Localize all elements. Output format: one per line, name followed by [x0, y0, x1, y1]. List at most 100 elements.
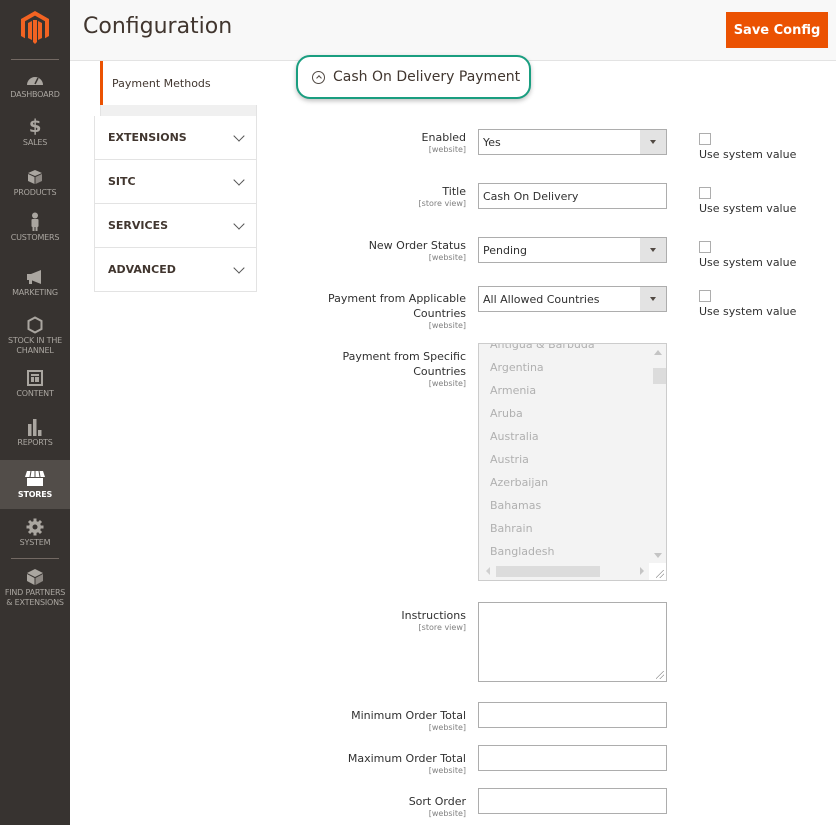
nav-products[interactable]: PRODUCTS: [0, 168, 70, 198]
layout-icon: [27, 369, 43, 387]
use-system-value[interactable]: Use system value: [699, 187, 796, 215]
tab-gap: [100, 105, 257, 116]
nav-divider: [11, 558, 59, 559]
magento-logo[interactable]: [0, 0, 70, 55]
specific-countries-multiselect[interactable]: Antigua & Barbuda Argentina Armenia Arub…: [478, 343, 667, 581]
hexagon-icon: [27, 316, 43, 334]
scroll-thumb[interactable]: [653, 368, 666, 384]
sort-order-input[interactable]: [478, 788, 667, 814]
tab-group-extensions[interactable]: EXTENSIONS: [94, 116, 257, 160]
chevron-down-icon: [233, 217, 245, 230]
field-label: Maximum Order Total [website]: [347, 752, 466, 775]
checkbox-label: Use system value: [699, 256, 797, 269]
resize-grip-icon[interactable]: [656, 671, 664, 679]
nav-find-partners[interactable]: FIND PARTNERS & EXTENSIONS: [0, 568, 70, 610]
use-system-value[interactable]: Use system value: [699, 241, 796, 269]
instructions-textarea[interactable]: [478, 602, 667, 682]
country-option[interactable]: Armenia: [490, 384, 536, 397]
nav-system[interactable]: SYSTEM: [0, 518, 70, 550]
use-system-value-checkbox[interactable]: [699, 187, 711, 199]
min-order-total-input[interactable]: [478, 702, 667, 728]
country-option[interactable]: Bahamas: [490, 499, 541, 512]
field-label: Sort Order [website]: [408, 795, 466, 818]
config-tabs: Payment Methods EXTENSIONS SITC SERVICES…: [94, 61, 257, 292]
country-option[interactable]: Argentina: [490, 361, 544, 374]
scroll-left-icon[interactable]: [486, 567, 490, 575]
page-title: Configuration: [83, 14, 233, 39]
section-heading-cash-on-delivery[interactable]: Cash On Delivery Payment: [296, 55, 531, 99]
dashboard-icon: [26, 70, 44, 88]
country-option[interactable]: Aruba: [490, 407, 523, 420]
scroll-up-icon[interactable]: [654, 350, 662, 355]
person-icon: [30, 212, 40, 231]
field-label: Minimum Order Total [website]: [351, 709, 466, 732]
applicable-countries-select[interactable]: All Allowed Countries: [478, 286, 667, 312]
nav-stock-in-the-channel[interactable]: STOCK IN THE CHANNEL: [0, 316, 70, 358]
field-label: New Order Status [website]: [368, 239, 466, 262]
checkbox-label: Use system value: [699, 305, 797, 318]
enabled-select[interactable]: Yes: [478, 129, 667, 155]
country-option[interactable]: Azerbaijan: [490, 476, 548, 489]
country-option[interactable]: Bangladesh: [490, 545, 555, 558]
tab-group-label: SITC: [108, 175, 136, 188]
horizontal-scrollbar[interactable]: [479, 563, 650, 580]
use-system-value[interactable]: Use system value: [699, 133, 796, 161]
country-option[interactable]: Antigua & Barbuda: [490, 344, 595, 351]
dollar-icon: $: [28, 116, 42, 137]
new-order-status-select[interactable]: Pending: [478, 237, 667, 263]
country-option[interactable]: Bahrain: [490, 522, 533, 535]
nav-reports[interactable]: REPORTS: [0, 418, 70, 450]
scroll-down-icon[interactable]: [654, 553, 662, 558]
use-system-value-checkbox[interactable]: [699, 290, 711, 302]
nav-customers[interactable]: CUSTOMERS: [0, 212, 70, 248]
field-label: Payment from Specific Countries [website]: [342, 350, 466, 388]
use-system-value-checkbox[interactable]: [699, 241, 711, 253]
tab-group-sitc[interactable]: SITC: [94, 160, 257, 204]
country-option[interactable]: Austria: [490, 453, 529, 466]
tab-group-label: SERVICES: [108, 219, 169, 232]
checkbox-label: Use system value: [699, 148, 797, 161]
logo-divider: [11, 59, 59, 60]
chevron-down-icon: [233, 129, 245, 142]
use-system-value-checkbox[interactable]: [699, 133, 711, 145]
checkbox-label: Use system value: [699, 202, 797, 215]
nav-label: PRODUCTS: [13, 188, 57, 197]
nav-label: CUSTOMERS: [10, 233, 60, 242]
bar-chart-icon: [27, 418, 43, 436]
nav-label: CONTENT: [16, 389, 54, 398]
gear-icon: [26, 518, 44, 536]
chevron-down-icon: [233, 173, 245, 186]
country-option[interactable]: Australia: [490, 430, 539, 443]
save-config-button[interactable]: Save Config: [726, 12, 828, 48]
max-order-total-input[interactable]: [478, 745, 667, 771]
blocks-icon: [26, 568, 44, 586]
nav-label: MARKETING: [12, 288, 58, 297]
select-value: All Allowed Countries: [483, 292, 600, 306]
field-label: Payment from Applicable Countries [website…: [328, 292, 466, 330]
title-input[interactable]: Cash On Delivery: [478, 183, 667, 209]
input-value: Cash On Delivery: [483, 189, 579, 203]
nav-label: DASHBOARD: [10, 90, 60, 99]
box-icon: [27, 168, 43, 186]
use-system-value[interactable]: Use system value: [699, 290, 796, 318]
field-label: Instructions [store view]: [401, 609, 466, 632]
scroll-right-icon[interactable]: [640, 567, 644, 575]
tab-payment-methods[interactable]: Payment Methods: [100, 61, 257, 105]
nav-label: STOCK IN THE CHANNEL: [7, 336, 63, 355]
field-label: Enabled [website]: [421, 131, 466, 154]
storefront-icon: [25, 470, 45, 488]
tab-label: Payment Methods: [112, 76, 211, 90]
tab-group-advanced[interactable]: ADVANCED: [94, 248, 257, 292]
nav-content[interactable]: CONTENT: [0, 369, 70, 401]
nav-sales[interactable]: $ SALES: [0, 118, 70, 148]
nav-label: SYSTEM: [19, 538, 51, 547]
scroll-thumb[interactable]: [496, 566, 600, 577]
nav-stores[interactable]: STORES: [0, 460, 70, 509]
tab-group-services[interactable]: SERVICES: [94, 204, 257, 248]
resize-grip-icon[interactable]: [656, 570, 664, 578]
nav-marketing[interactable]: MARKETING: [0, 268, 70, 298]
nav-dashboard[interactable]: DASHBOARD: [0, 70, 70, 100]
tab-group-label: EXTENSIONS: [108, 131, 187, 144]
field-label: Title [store view]: [418, 185, 466, 208]
vertical-scrollbar[interactable]: [650, 344, 666, 564]
